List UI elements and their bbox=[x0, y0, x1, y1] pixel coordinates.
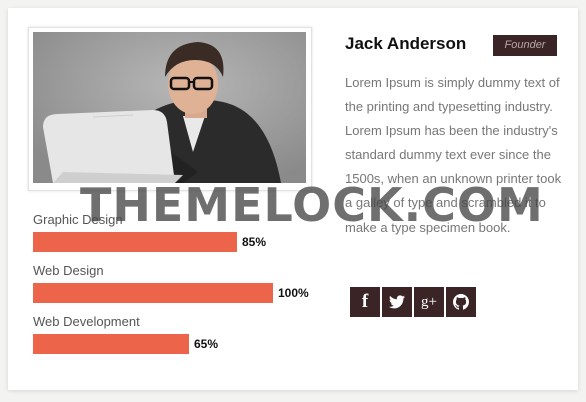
skill-bar-web-design: 100% bbox=[33, 283, 309, 303]
skill-percent: 100% bbox=[278, 286, 309, 300]
skill-fill bbox=[33, 334, 189, 354]
skill-bar-web-development: 65% bbox=[33, 334, 293, 354]
skill-fill bbox=[33, 283, 273, 303]
google-plus-icon: g+ bbox=[421, 293, 437, 310]
twitter-button[interactable] bbox=[382, 287, 412, 317]
skill-percent: 65% bbox=[194, 337, 219, 351]
skill-bar-graphic-design: 85% bbox=[33, 232, 293, 252]
watermark: THEMELOCK.COM bbox=[80, 178, 544, 232]
facebook-icon: f bbox=[361, 291, 369, 312]
skill-percent: 85% bbox=[242, 235, 267, 249]
profile-photo bbox=[28, 27, 312, 191]
role-badge: Founder bbox=[493, 35, 557, 56]
github-icon bbox=[453, 294, 469, 310]
profile-name: Jack Anderson bbox=[345, 34, 467, 53]
skill-fill bbox=[33, 232, 237, 252]
google-plus-button[interactable]: g+ bbox=[414, 287, 444, 317]
facebook-button[interactable]: f bbox=[350, 287, 380, 317]
github-button[interactable] bbox=[446, 287, 476, 317]
profile-photo-image bbox=[33, 32, 306, 183]
skill-label-web-development: Web Development bbox=[33, 314, 140, 329]
skill-label-web-design: Web Design bbox=[33, 263, 104, 278]
twitter-icon bbox=[389, 295, 405, 309]
